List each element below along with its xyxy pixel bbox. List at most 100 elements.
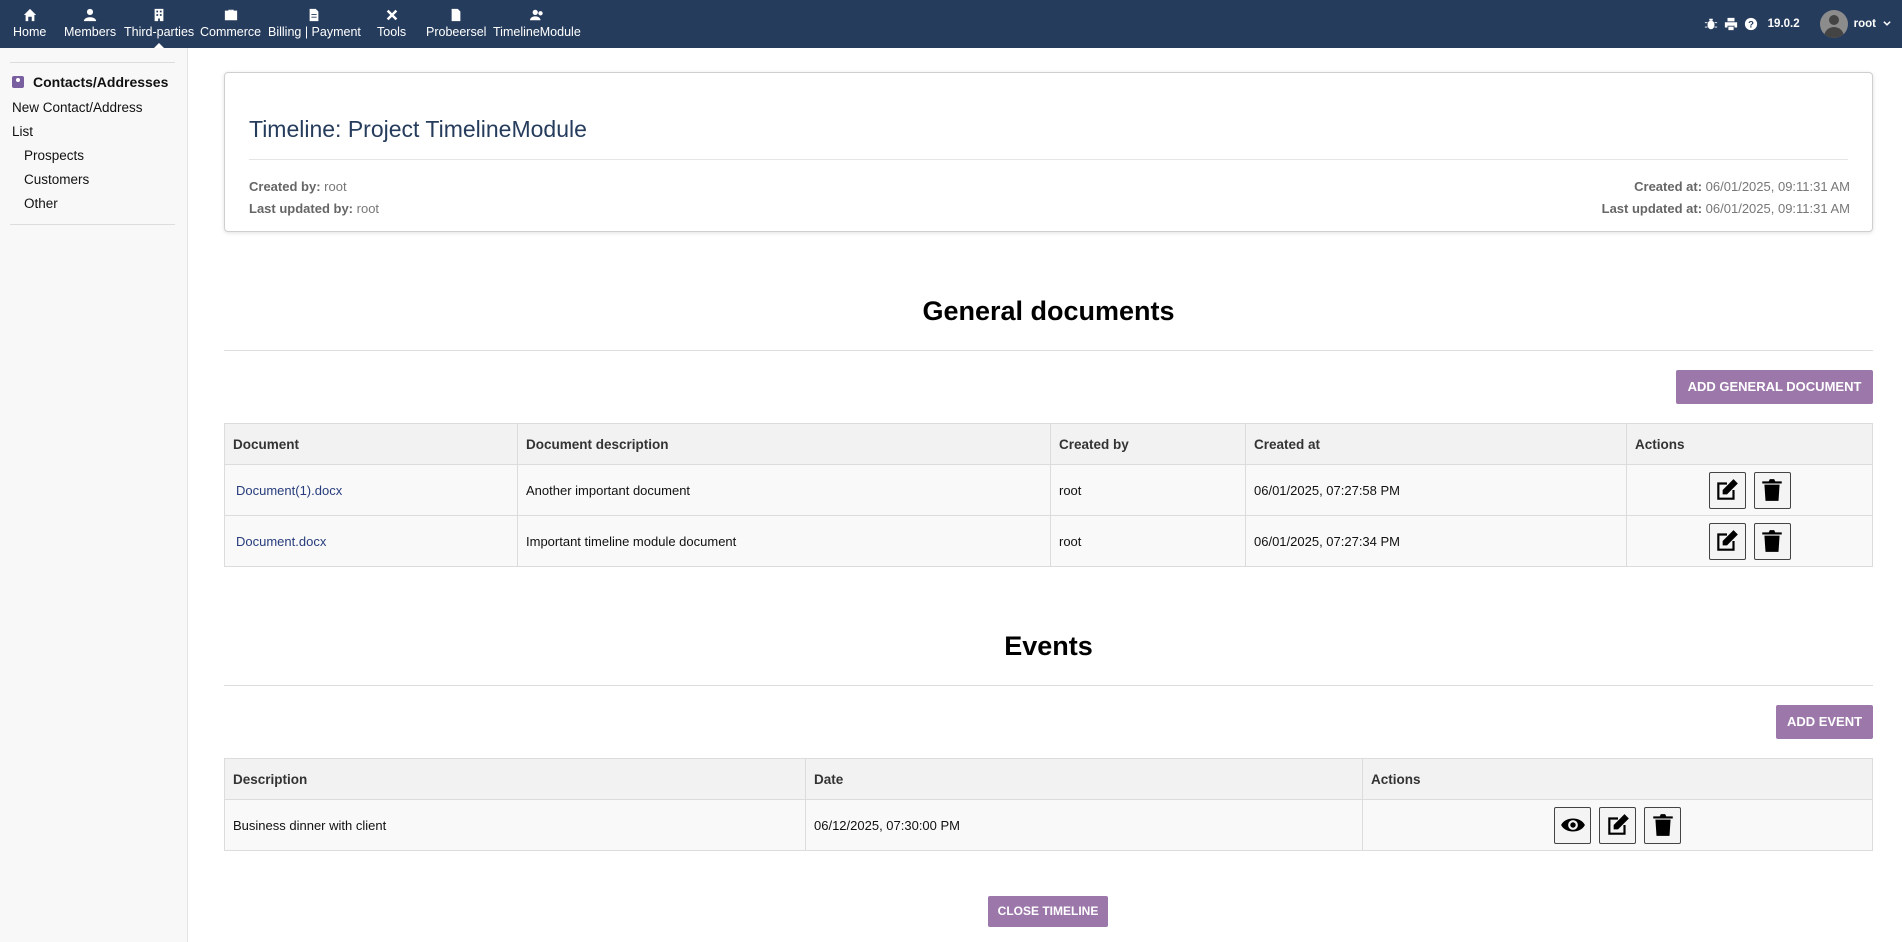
table-row: Document(1).docx Another important docum… — [224, 464, 1873, 516]
row-actions — [1635, 471, 1864, 509]
last-updated-at-label: Last updated at: — [1601, 201, 1703, 216]
last-updated-by-label: Last updated by: — [249, 201, 354, 216]
user-name[interactable]: root — [1854, 18, 1876, 30]
add-general-document-button[interactable]: ADD GENERAL DOCUMENT — [1676, 370, 1873, 404]
nav-label: TimelineModule — [493, 25, 581, 39]
version-label: 19.0.2 — [1767, 18, 1800, 30]
document-link[interactable]: Document.docx — [233, 534, 326, 549]
description-cell: Important timeline module document — [517, 515, 1051, 567]
column-header: Actions — [1626, 423, 1873, 465]
edit-button[interactable] — [1599, 806, 1636, 844]
tools-icon — [386, 9, 397, 21]
description-cell: Another important document — [517, 464, 1051, 516]
table-row: Document.docx Important timeline module … — [224, 515, 1873, 567]
close-timeline-button[interactable]: CLOSE TIMELINE — [988, 896, 1108, 927]
created-by-label: Created by: — [249, 179, 321, 194]
table-header-row: Document Document description Created by… — [224, 423, 1873, 465]
last-updated-at: Last updated at: 06/01/2025, 09:11:31 AM — [1602, 201, 1850, 216]
table-row: Business dinner with client 06/12/2025, … — [224, 799, 1873, 851]
nav-label: Billing | Payment — [268, 25, 361, 39]
edit-button[interactable] — [1708, 522, 1746, 560]
column-header: Document — [224, 423, 518, 465]
contact-card-icon — [12, 76, 24, 88]
nav-label: Tools — [377, 25, 407, 39]
sidebar-item-prospects[interactable]: Prospects — [24, 148, 84, 163]
edit-icon — [1717, 479, 1738, 500]
column-header: Created at — [1245, 423, 1627, 465]
last-updated-by: Last updated by: root — [249, 201, 379, 216]
date-cell: 06/12/2025, 07:30:00 PM — [805, 799, 1363, 851]
column-header: Description — [224, 758, 806, 800]
nav-item-timelinemodule[interactable]: TimelineModule — [493, 8, 581, 39]
delete-button[interactable] — [1753, 522, 1791, 560]
created-at-value: 06/01/2025, 09:11:31 AM — [1705, 179, 1850, 194]
delete-button[interactable] — [1644, 806, 1681, 844]
last-updated-by-value: root — [356, 201, 380, 216]
nav-label: Home — [13, 25, 47, 39]
top-right-toolbar: ? 19.0.2 root — [1704, 0, 1892, 48]
add-event-button[interactable]: ADD EVENT — [1776, 705, 1873, 739]
trash-icon — [1652, 814, 1673, 836]
document-link[interactable]: Document(1).docx — [233, 483, 342, 498]
actions-cell — [1626, 515, 1873, 567]
nav-item-commerce[interactable]: Commerce — [200, 8, 261, 39]
print-icon[interactable] — [1724, 17, 1738, 31]
nav-item-members[interactable]: Members — [64, 8, 116, 39]
general-documents-title: General documents — [922, 296, 1175, 326]
edit-icon — [1607, 814, 1629, 835]
nav-item-probeersel[interactable]: Probeersel — [426, 8, 486, 39]
building-icon — [154, 8, 164, 22]
sidebar-item-list[interactable]: List — [12, 124, 33, 139]
nav-label: Commerce — [200, 25, 262, 39]
nav-item-home[interactable]: Home — [13, 8, 46, 39]
column-header: Actions — [1362, 758, 1873, 800]
edit-icon — [1717, 530, 1738, 551]
trash-icon — [1762, 479, 1782, 501]
view-button[interactable] — [1554, 806, 1591, 844]
nav-item-billing-payment[interactable]: Billing | Payment — [268, 8, 361, 39]
row-actions — [1635, 522, 1864, 560]
edit-button[interactable] — [1708, 471, 1746, 509]
description-cell: Business dinner with client — [224, 799, 806, 851]
table-header-row: Description Date Actions — [224, 758, 1873, 800]
bug-icon[interactable] — [1704, 17, 1718, 31]
file-icon — [451, 8, 461, 22]
sidebar-item-customers[interactable]: Customers — [24, 172, 89, 187]
nav-item-third-parties[interactable]: Third-parties — [124, 8, 194, 48]
page-title: Timeline: Project TimelineModule — [249, 116, 587, 142]
document-cell: Document.docx — [224, 515, 518, 567]
nav-item-tools[interactable]: Tools — [377, 8, 406, 39]
sidebar-divider — [10, 224, 175, 225]
chevron-down-icon[interactable] — [1882, 19, 1892, 29]
column-header: Created by — [1050, 423, 1246, 465]
created-by-value: root — [324, 179, 347, 194]
nav-label: Probeersel — [426, 25, 487, 39]
events-title: Events — [1004, 631, 1093, 661]
column-header: Date — [805, 758, 1363, 800]
created-at-label: Created at: — [1634, 179, 1703, 194]
avatar[interactable] — [1819, 10, 1848, 38]
sidebar-item-other[interactable]: Other — [24, 196, 58, 211]
nav-label: Members — [64, 25, 117, 39]
created-at-cell: 06/01/2025, 07:27:34 PM — [1245, 515, 1627, 567]
file-invoice-icon — [310, 8, 319, 22]
actions-cell — [1362, 799, 1873, 851]
suitcase-icon — [224, 9, 237, 21]
document-cell: Document(1).docx — [224, 464, 518, 516]
eye-icon — [1560, 818, 1585, 832]
sidebar-heading[interactable]: Contacts/Addresses — [12, 74, 168, 90]
user-group-icon — [529, 9, 543, 21]
actions-cell — [1626, 464, 1873, 516]
delete-button[interactable] — [1753, 471, 1791, 509]
sidebar-item-new-contact[interactable]: New Contact/Address — [12, 100, 143, 115]
created-at-cell: 06/01/2025, 07:27:58 PM — [1245, 464, 1627, 516]
last-updated-at-value: 06/01/2025, 09:11:31 AM — [1705, 201, 1850, 216]
help-icon[interactable]: ? — [1744, 17, 1758, 31]
created-by: Created by: root — [249, 179, 347, 194]
svg-text:?: ? — [1748, 20, 1754, 31]
timeline-header-card: Timeline: Project TimelineModule Created… — [224, 72, 1873, 232]
created-at: Created at: 06/01/2025, 09:11:31 AM — [1634, 179, 1850, 194]
documents-table: Document Document description Created by… — [224, 423, 1873, 567]
section-divider — [224, 685, 1873, 686]
top-navigation-bar: Home Members Third-parties Commerce Bill… — [0, 0, 1902, 48]
